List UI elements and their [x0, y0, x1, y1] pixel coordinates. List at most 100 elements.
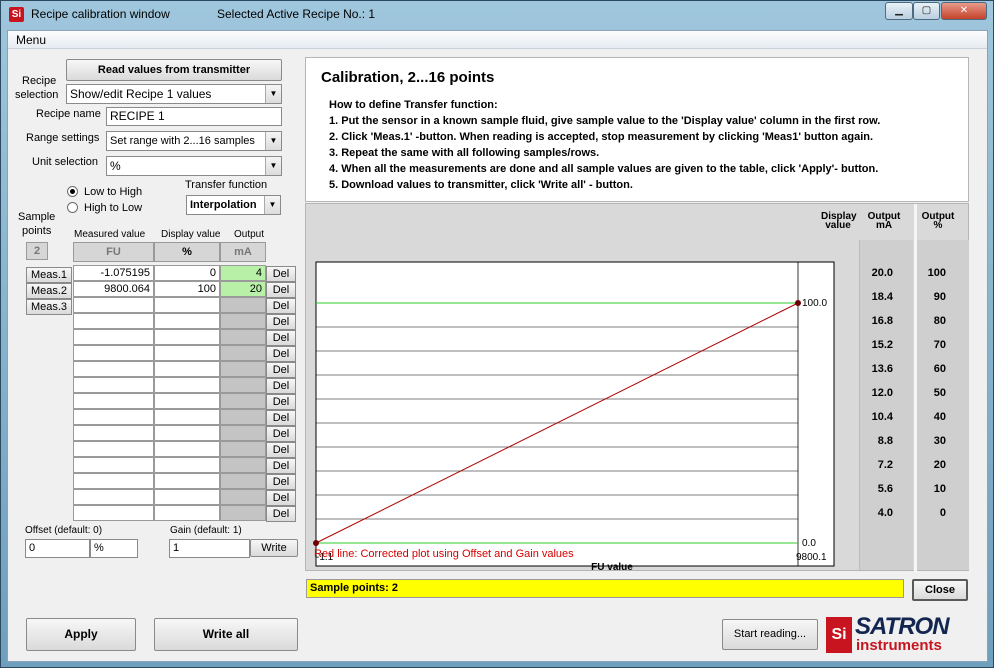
output-value-cell: 4 [220, 265, 266, 281]
maximize-button[interactable]: ▢ [913, 2, 940, 20]
display-value-cell[interactable] [154, 313, 220, 329]
chart-note: Red line: Corrected plot using Offset an… [314, 548, 574, 560]
delete-row-button[interactable]: Del [266, 314, 296, 330]
col-display-header: Display value [161, 229, 221, 240]
display-value-cell[interactable] [154, 441, 220, 457]
output-pct-value: 70 [933, 339, 946, 351]
minimize-button[interactable]: ▁ [885, 2, 913, 20]
measured-value-cell[interactable] [73, 441, 154, 457]
measured-value-cell[interactable] [73, 409, 154, 425]
measured-value-cell[interactable] [73, 393, 154, 409]
menu-item[interactable]: Menu [16, 33, 46, 47]
recipe-name-input[interactable]: RECIPE 1 [106, 107, 282, 126]
high-to-low-radio[interactable] [67, 202, 78, 213]
display-value-cell[interactable] [154, 425, 220, 441]
close-window-button[interactable]: ✕ [941, 2, 987, 20]
meas-button-3[interactable]: Meas.3 [26, 299, 72, 315]
read-values-button[interactable]: Read values from transmitter [66, 59, 282, 81]
meas-button-2[interactable]: Meas.2 [26, 283, 72, 299]
display-value-col-header: Display value [821, 212, 857, 231]
recipe-selection-label-2: selection [15, 89, 59, 101]
measured-value-cell[interactable] [73, 297, 154, 313]
apply-button[interactable]: Apply [26, 618, 136, 651]
offset-unit: % [90, 539, 138, 558]
data-point [313, 540, 319, 546]
application-window: Si Recipe calibration window Selected Ac… [0, 0, 994, 668]
start-reading-button[interactable]: Start reading... [722, 619, 818, 650]
display-value-cell[interactable] [154, 393, 220, 409]
meas-button-1[interactable]: Meas.1 [26, 267, 72, 283]
unit-selection-select[interactable]: % ▼ [106, 156, 282, 176]
range-settings-value: Set range with 2...16 samples [110, 135, 255, 147]
measured-value-cell[interactable] [73, 425, 154, 441]
output-pct-value: 40 [933, 411, 946, 423]
measured-value-cell[interactable] [73, 329, 154, 345]
measured-value-cell[interactable] [73, 377, 154, 393]
measured-value-cell[interactable] [73, 457, 154, 473]
display-value-cell[interactable]: 100 [154, 281, 220, 297]
measured-value-cell[interactable]: 9800.064 [73, 281, 154, 297]
display-value-cell[interactable] [154, 329, 220, 345]
display-value-cell[interactable] [154, 297, 220, 313]
display-value-cell[interactable] [154, 489, 220, 505]
window-title: Recipe calibration window [31, 7, 170, 21]
recipe-selection-select[interactable]: Show/edit Recipe 1 values ▼ [66, 84, 282, 104]
low-to-high-radio[interactable] [67, 186, 78, 197]
range-settings-label: Range settings [26, 132, 100, 144]
delete-row-button[interactable]: Del [266, 346, 296, 362]
display-value-cell[interactable]: 0 [154, 265, 220, 281]
display-value-cell[interactable] [154, 409, 220, 425]
title-bar: Si Recipe calibration window Selected Ac… [1, 1, 994, 29]
display-value-cell[interactable] [154, 473, 220, 489]
measured-value-cell[interactable]: -1.075195 [73, 265, 154, 281]
display-value-cell[interactable] [154, 505, 220, 521]
output-ma-value: 8.8 [877, 435, 893, 447]
range-settings-select[interactable]: Set range with 2...16 samples ▼ [106, 131, 282, 151]
logo-instruments-text: instruments [856, 637, 942, 654]
instruction-step-4: 4. When all the measurements are done an… [329, 163, 879, 175]
close-button[interactable]: Close [912, 579, 968, 601]
instruction-step-5: 5. Download values to transmitter, click… [329, 179, 633, 191]
write-button[interactable]: Write [250, 539, 298, 557]
unit-ma-header: mA [220, 242, 266, 262]
delete-row-button[interactable]: Del [266, 298, 296, 314]
delete-row-button[interactable]: Del [266, 458, 296, 474]
offset-input[interactable]: 0 [25, 539, 90, 558]
display-value-cell[interactable] [154, 457, 220, 473]
delete-row-button[interactable]: Del [266, 426, 296, 442]
delete-row-button[interactable]: Del [266, 362, 296, 378]
measured-value-cell[interactable] [73, 361, 154, 377]
delete-row-button[interactable]: Del [266, 506, 296, 522]
delete-row-button[interactable]: Del [266, 266, 296, 282]
menu-bar: Menu [8, 31, 987, 49]
delete-row-button[interactable]: Del [266, 378, 296, 394]
display-value-cell[interactable] [154, 345, 220, 361]
measured-value-cell[interactable] [73, 345, 154, 361]
delete-row-button[interactable]: Del [266, 394, 296, 410]
measured-value-cell[interactable] [73, 505, 154, 521]
gain-input[interactable]: 1 [169, 539, 250, 558]
instruction-step-1: 1. Put the sensor in a known sample flui… [329, 115, 881, 127]
display-value-cell[interactable] [154, 361, 220, 377]
measured-value-cell[interactable] [73, 313, 154, 329]
delete-row-button[interactable]: Del [266, 490, 296, 506]
sample-points-status: Sample points: 2 [306, 579, 904, 598]
write-all-button[interactable]: Write all [154, 618, 298, 651]
col-output-header: Output [234, 229, 265, 240]
offset-label: Offset (default: 0) [25, 525, 103, 536]
delete-row-button[interactable]: Del [266, 410, 296, 426]
delete-row-button[interactable]: Del [266, 442, 296, 458]
delete-row-button[interactable]: Del [266, 330, 296, 346]
measured-value-cell[interactable] [73, 489, 154, 505]
y-min-label: 0.0 [802, 538, 816, 549]
measured-value-cell[interactable] [73, 473, 154, 489]
unit-percent-header: % [154, 242, 220, 262]
delete-row-button[interactable]: Del [266, 282, 296, 298]
x-max-label: 9800.1 [796, 552, 827, 563]
output-ma-value: 13.6 [871, 363, 893, 375]
output-value-cell [220, 313, 266, 329]
transfer-function-select[interactable]: Interpolation ▼ [186, 195, 281, 215]
delete-row-button[interactable]: Del [266, 474, 296, 490]
display-value-cell[interactable] [154, 377, 220, 393]
output-ma-value: 18.4 [871, 291, 893, 303]
